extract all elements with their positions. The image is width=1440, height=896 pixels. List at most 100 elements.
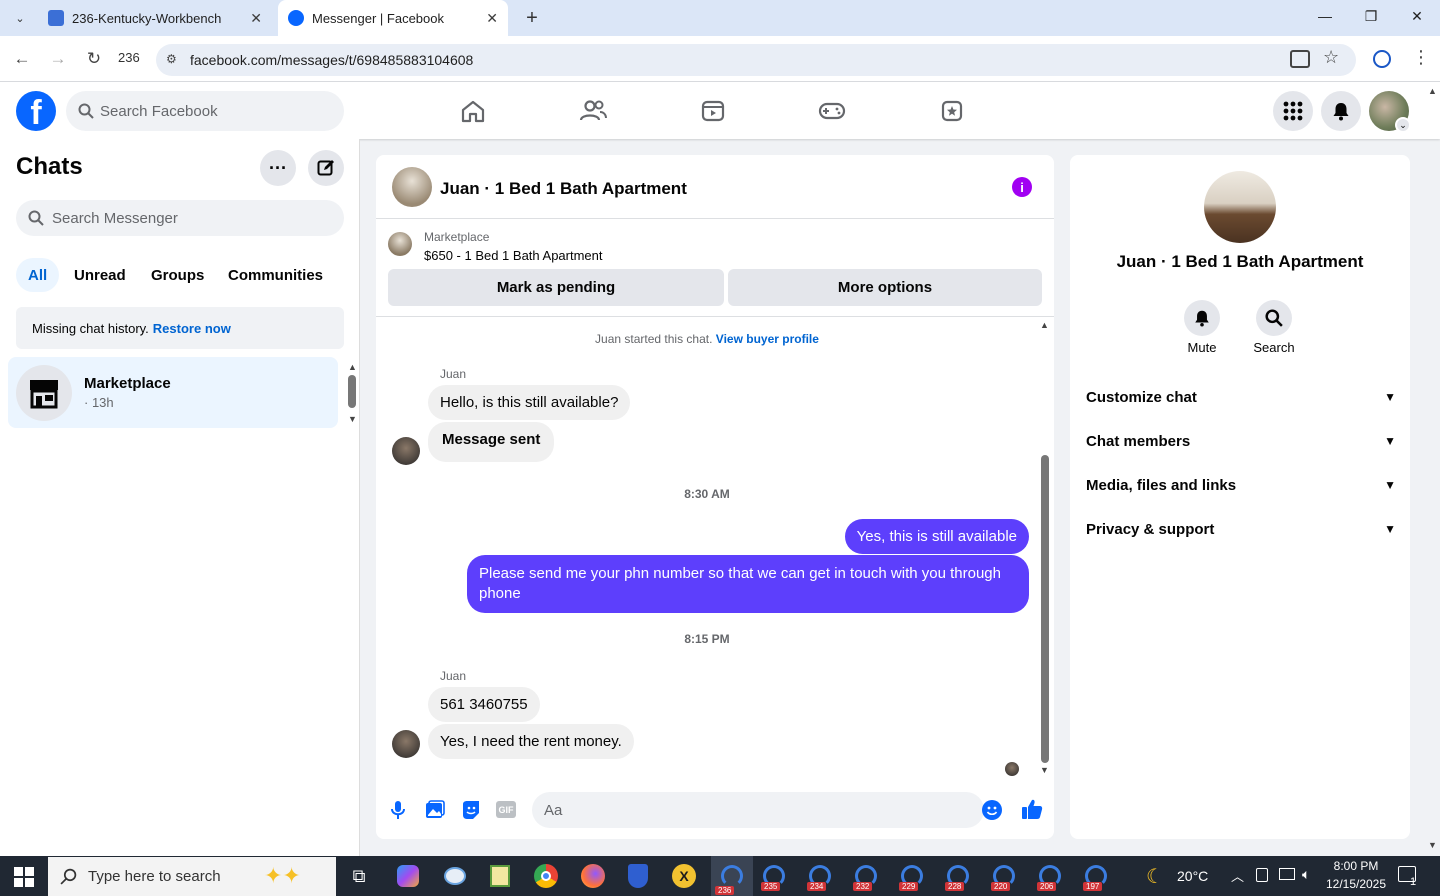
filter-all[interactable]: All	[16, 258, 60, 292]
sidebar-scrollbar-thumb[interactable]	[348, 375, 356, 408]
incoming-message[interactable]: Hello, is this still available?	[428, 385, 631, 420]
forward-button[interactable]: →	[43, 44, 73, 74]
gif-icon[interactable]: GIF	[496, 801, 516, 818]
crossover-app-icon[interactable]: X	[667, 860, 701, 892]
details-avatar[interactable]	[1204, 171, 1276, 243]
incoming-message[interactable]: Message sent	[428, 422, 555, 462]
tab-search-dropdown[interactable]: ⌄	[8, 6, 32, 30]
outgoing-message[interactable]: Yes, this is still available	[844, 519, 1029, 554]
more-options-button[interactable]: More options	[728, 269, 1042, 306]
spreadsheet-app-icon[interactable]	[483, 860, 517, 892]
edge-window-229[interactable]: 229	[895, 860, 929, 892]
maximize-button[interactable]: ❐	[1348, 0, 1394, 32]
sticker-icon[interactable]	[461, 800, 481, 825]
listing-title[interactable]: $650 - 1 Bed 1 Bath Apartment	[424, 248, 603, 263]
weather-moon-icon[interactable]: ☾	[1146, 864, 1164, 889]
edge-window-235[interactable]: 235	[757, 860, 791, 892]
edge-window-220[interactable]: 220	[987, 860, 1021, 892]
taskbar-time[interactable]: 8:00 PM	[1326, 859, 1386, 873]
taskbar-search-box[interactable]: Type here to search ✦✦	[48, 857, 336, 896]
windows-start-icon[interactable]	[14, 867, 34, 892]
chat-options-button[interactable]: ···	[260, 150, 296, 186]
restore-now-link[interactable]: Restore now	[153, 321, 231, 336]
gaming-nav-icon[interactable]	[812, 92, 852, 130]
mark-as-pending-button[interactable]: Mark as pending	[388, 269, 724, 306]
feeds-nav-icon[interactable]	[932, 92, 972, 130]
bookmark-star-icon[interactable]: ☆	[1323, 47, 1339, 68]
edge-window-206[interactable]: 206	[1033, 860, 1067, 892]
meet-now-icon[interactable]	[1256, 868, 1268, 882]
home-nav-icon[interactable]	[453, 92, 493, 130]
profile-icon[interactable]	[1373, 50, 1391, 68]
emoji-icon[interactable]	[982, 800, 1002, 820]
paint-app-icon[interactable]	[438, 860, 472, 892]
edge-window-236[interactable]: 236	[711, 856, 753, 896]
sender-avatar[interactable]	[392, 730, 420, 758]
page-scroll-up[interactable]: ▲	[1428, 86, 1437, 96]
facebook-logo[interactable]: f	[16, 91, 56, 131]
new-message-button[interactable]	[308, 150, 344, 186]
filter-communities[interactable]: Communities	[216, 258, 335, 292]
edge-window-232[interactable]: 232	[849, 860, 883, 892]
conversation-title[interactable]: Juan · 1 Bed 1 Bath Apartment	[440, 179, 687, 199]
taskbar-date[interactable]: 12/15/2025	[1322, 877, 1390, 891]
chrome-app-icon[interactable]	[529, 860, 563, 892]
address-bar[interactable]: ⚙ facebook.com/messages/t/69848588310460…	[156, 44, 1356, 76]
sender-avatar[interactable]	[392, 437, 420, 465]
messenger-search-input[interactable]: Search Messenger	[16, 200, 344, 236]
weather-temperature[interactable]: 20°C	[1177, 868, 1208, 884]
browser-tab-messenger[interactable]: Messenger | Facebook ✕	[278, 0, 508, 36]
sidebar-scroll-down[interactable]: ▼	[348, 414, 357, 424]
facebook-search-input[interactable]: Search Facebook	[66, 91, 344, 131]
browser-tab-workbench[interactable]: 236-Kentucky-Workbench ✕	[36, 0, 272, 36]
edge-window-197[interactable]: 197	[1079, 860, 1113, 892]
attach-photo-icon[interactable]	[425, 800, 445, 825]
message-input[interactable]: Aa	[532, 792, 984, 828]
voice-clip-icon[interactable]	[390, 800, 406, 825]
chat-list-item[interactable]: Marketplace · 13h	[8, 357, 338, 428]
copilot-app-icon[interactable]	[391, 860, 425, 892]
close-tab-icon[interactable]: ✕	[486, 10, 498, 27]
show-hidden-icons-chevron-icon[interactable]: ︿	[1231, 866, 1244, 885]
shield-app-icon[interactable]	[621, 860, 655, 892]
back-button[interactable]: ←	[7, 44, 37, 74]
firefox-app-icon[interactable]	[576, 860, 610, 892]
minimize-button[interactable]: —	[1302, 0, 1348, 32]
page-scroll-down[interactable]: ▼	[1428, 840, 1437, 850]
volume-icon[interactable]: 🔈︎	[1302, 866, 1310, 883]
account-chevron-icon[interactable]: ⌄	[1395, 117, 1411, 133]
chat-members-section[interactable]: Chat members ▼	[1086, 427, 1396, 455]
edge-window-234[interactable]: 234	[803, 860, 837, 892]
browser-menu-icon[interactable]: ⋮	[1412, 47, 1430, 68]
network-icon[interactable]	[1279, 868, 1295, 880]
video-nav-icon[interactable]	[693, 92, 733, 130]
conversation-avatar[interactable]	[392, 167, 432, 207]
customize-chat-section[interactable]: Customize chat ▼	[1086, 383, 1396, 411]
chat-scroll-down[interactable]: ▼	[1040, 765, 1049, 775]
site-info-icon[interactable]: ⚙	[166, 52, 177, 66]
notifications-button[interactable]	[1321, 91, 1361, 131]
search-in-conversation-button[interactable]	[1256, 300, 1292, 336]
chat-scrollbar-thumb[interactable]	[1041, 455, 1049, 763]
like-thumbs-up-icon[interactable]	[1021, 798, 1043, 825]
incoming-message[interactable]: 561 3460755	[428, 687, 540, 722]
mute-button[interactable]	[1184, 300, 1220, 336]
edge-window-228[interactable]: 228	[941, 860, 975, 892]
task-view-icon[interactable]: ⧉	[342, 860, 376, 892]
close-window-button[interactable]: ✕	[1394, 0, 1440, 32]
menu-grid-button[interactable]	[1273, 91, 1313, 131]
friends-nav-icon[interactable]	[573, 92, 613, 130]
filter-groups[interactable]: Groups	[139, 258, 216, 292]
chat-scroll-up[interactable]: ▲	[1040, 320, 1049, 330]
privacy-support-section[interactable]: Privacy & support ▼	[1086, 515, 1396, 543]
incoming-message[interactable]: Yes, I need the rent money.	[428, 724, 634, 759]
sidebar-scroll-up[interactable]: ▲	[348, 362, 357, 372]
install-app-icon[interactable]	[1290, 50, 1310, 68]
outgoing-message[interactable]: Please send me your phn number so that w…	[467, 555, 1029, 613]
media-files-links-section[interactable]: Media, files and links ▼	[1086, 471, 1396, 499]
view-buyer-profile-link[interactable]: View buyer profile	[716, 332, 819, 346]
reload-button[interactable]: ↻	[79, 44, 109, 74]
new-tab-button[interactable]: +	[520, 6, 544, 30]
filter-unread[interactable]: Unread	[62, 258, 138, 292]
conversation-info-icon[interactable]: i	[1012, 177, 1032, 197]
